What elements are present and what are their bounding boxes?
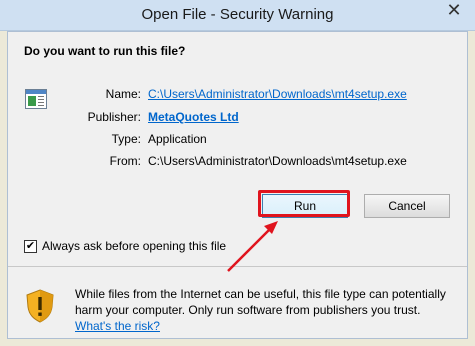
title-bar: Open File - Security Warning ✕ [0, 0, 475, 31]
close-button[interactable]: ✕ [439, 0, 469, 20]
name-label: Name: [105, 87, 141, 101]
dialog-client-area: Do you want to run this file? Name: C:\U… [7, 31, 468, 339]
from-label: From: [109, 154, 141, 168]
type-value: Application [148, 132, 207, 146]
publisher-value-link[interactable]: MetaQuotes Ltd [148, 110, 239, 124]
warning-text: While files from the Internet can be use… [75, 287, 446, 317]
window-title: Open File - Security Warning [141, 6, 334, 23]
dialog-question: Do you want to run this file? [24, 44, 186, 58]
cancel-button[interactable]: Cancel [364, 194, 450, 218]
security-shield-icon [26, 289, 54, 323]
security-warning-dialog: Open File - Security Warning ✕ Do you wa… [0, 0, 475, 346]
always-ask-option[interactable]: ✔ Always ask before opening this file [24, 239, 226, 253]
always-ask-label: Always ask before opening this file [42, 239, 227, 253]
from-value: C:\Users\Administrator\Downloads\mt4setu… [148, 154, 407, 168]
type-label: Type: [111, 132, 141, 146]
warning-footer: While files from the Internet can be use… [8, 267, 467, 338]
run-button-highlight [258, 190, 350, 217]
warning-message: While files from the Internet can be use… [75, 286, 455, 334]
name-value-link[interactable]: C:\Users\Administrator\Downloads\mt4setu… [148, 87, 407, 101]
always-ask-checkbox[interactable]: ✔ [24, 239, 37, 253]
whats-the-risk-link[interactable]: What's the risk? [75, 319, 160, 333]
dialog-content: Do you want to run this file? Name: C:\U… [8, 32, 467, 266]
publisher-label: Publisher: [87, 110, 141, 124]
